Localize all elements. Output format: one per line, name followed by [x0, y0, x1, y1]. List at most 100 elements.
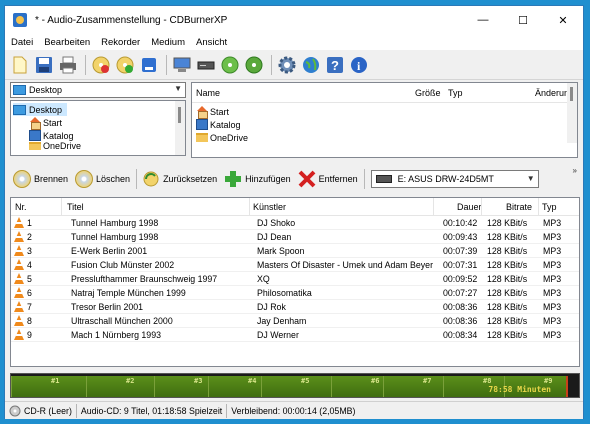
action-separator	[136, 169, 138, 189]
tree-item-onedrive[interactable]: OneDrive	[29, 142, 81, 150]
track-title: Mach 1 Nürnberg 1993	[71, 330, 161, 340]
track-bitrate: 128 KBit/s	[487, 330, 528, 340]
track-type: MP3	[543, 232, 562, 242]
track-row[interactable]: 3 E-Werk Berlin 2001 Mark Spoon 00:07:39 128…	[11, 244, 579, 258]
column-title[interactable]: Titel	[67, 202, 84, 212]
column-separator	[249, 198, 250, 216]
menu-ansicht[interactable]: Ansicht	[196, 37, 227, 48]
tree-item-katalog[interactable]: Katalog	[29, 129, 74, 142]
track-marker-label: #4	[248, 377, 257, 385]
drive-icon[interactable]	[195, 54, 217, 76]
track-marker-tick	[154, 376, 155, 397]
drive-select[interactable]: E: ASUS DRW-24D5MT ▼	[370, 170, 539, 188]
menu-datei[interactable]: Datei	[11, 37, 33, 48]
track-row[interactable]: 4 Fusion Club Münster 2002 Masters Of Disa…	[11, 258, 579, 272]
delete-button[interactable]: Löschen	[72, 167, 133, 191]
remove-button[interactable]: Entfernen	[295, 167, 361, 191]
plus-icon	[225, 171, 242, 187]
info-icon[interactable]: i	[348, 54, 370, 76]
file-row-start[interactable]: Start	[196, 105, 230, 119]
vlc-cone-icon	[14, 259, 24, 270]
title-bar[interactable]: * - Audio-Zusammenstellung - CDBurnerXP …	[5, 6, 583, 34]
track-row[interactable]: 1 Tunnel Hamburg 1998 DJ Shoko 00:10:42 128 …	[11, 216, 579, 230]
reset-button[interactable]: Zurücksetzen	[139, 167, 220, 191]
disc-burn-icon[interactable]	[114, 54, 136, 76]
window-controls: — ☐ ✕	[463, 6, 583, 34]
status-remaining: Verbleibend: 00:00:14 (2,05MB)	[231, 405, 356, 416]
track-type: MP3	[543, 316, 562, 326]
scrollbar-thumb[interactable]	[178, 107, 181, 123]
globe-icon[interactable]	[300, 54, 322, 76]
location-combo-value: Desktop	[29, 85, 63, 95]
add-button[interactable]: Hinzufügen	[221, 167, 294, 191]
track-duration: 00:08:36	[443, 302, 478, 312]
column-size[interactable]: Größe	[415, 88, 441, 98]
track-marker-tick	[11, 376, 12, 397]
computer-icon[interactable]	[171, 54, 193, 76]
column-modified[interactable]: Änderun	[535, 88, 569, 98]
track-artist: Masters Of Disaster - Umek und Adam Beye…	[257, 260, 433, 270]
track-row[interactable]: 9 Mach 1 Nürnberg 1993 DJ Werner 00:08:34 12…	[11, 328, 579, 342]
column-name[interactable]: Name	[196, 88, 220, 98]
vlc-cone-icon	[14, 245, 24, 256]
location-combo[interactable]: Desktop ▼	[10, 82, 186, 98]
file-list-scrollbar[interactable]	[567, 83, 577, 143]
track-type: MP3	[543, 288, 562, 298]
column-type[interactable]: Typ	[448, 88, 463, 98]
track-row[interactable]: 5 Presslufthammer Braunschweig 1997 XQ 00:0…	[11, 272, 579, 286]
toolbar-separator	[166, 54, 167, 75]
track-marker-tick	[261, 376, 262, 397]
column-artist[interactable]: Künstler	[253, 202, 286, 212]
disc-green2-icon[interactable]	[243, 54, 265, 76]
chevron-down-icon: ▼	[526, 174, 535, 183]
action-bar: Brennen Löschen Zurücksetzen Hinzufügen …	[10, 166, 580, 192]
track-row[interactable]: 2 Tunnel Hamburg 1998 DJ Dean 00:09:43 128 K…	[11, 230, 579, 244]
menu-medium[interactable]: Medium	[151, 37, 185, 48]
disc-green-icon[interactable]	[219, 54, 241, 76]
scrollbar-thumb[interactable]	[570, 87, 573, 101]
tree-item-desktop[interactable]: Desktop	[13, 103, 67, 116]
column-nr[interactable]: Nr.	[15, 202, 27, 212]
column-bitrate[interactable]: Bitrate	[506, 202, 532, 212]
menu-rekorder[interactable]: Rekorder	[101, 37, 140, 48]
track-marker-label: #6	[371, 377, 380, 385]
blue-square-icon[interactable]	[138, 54, 160, 76]
desktop-icon	[13, 104, 26, 115]
track-nr: 1	[27, 218, 32, 228]
column-type[interactable]: Typ	[542, 202, 557, 212]
help-icon[interactable]: ?	[324, 54, 346, 76]
file-name: Start	[210, 106, 230, 117]
total-time: 78:58 Minuten	[488, 385, 551, 394]
track-marker-tick	[443, 376, 444, 397]
vlc-cone-icon	[14, 273, 24, 284]
track-row[interactable]: 6 Natraj Temple München 1999 Philosomatika…	[11, 286, 579, 300]
gear-icon[interactable]	[276, 54, 298, 76]
burn-button[interactable]: Brennen	[10, 167, 71, 191]
disc-add-icon[interactable]	[90, 54, 112, 76]
tree-item-start[interactable]: Start	[29, 116, 62, 130]
folder-tree[interactable]: Desktop Start Katalog OneDrive	[10, 100, 186, 156]
track-type: MP3	[543, 330, 562, 340]
tree-scrollbar[interactable]	[175, 101, 185, 155]
new-icon[interactable]	[9, 54, 31, 76]
reset-label: Zurücksetzen	[163, 174, 218, 184]
column-separator	[481, 198, 482, 216]
column-duration[interactable]: Dauer	[457, 202, 482, 212]
drive-select-value: E: ASUS DRW-24D5MT	[397, 174, 494, 184]
track-bitrate: 128 KBit/s	[487, 274, 528, 284]
track-artist: DJ Shoko	[257, 218, 296, 228]
track-row[interactable]: 7 Tresor Berlin 2001 DJ Rok 00:08:36 128 KBi…	[11, 300, 579, 314]
file-row-katalog[interactable]: Katalog	[196, 118, 241, 131]
print-icon[interactable]	[57, 54, 79, 76]
file-row-onedrive[interactable]: OneDrive	[196, 131, 248, 144]
save-icon[interactable]	[33, 54, 55, 76]
close-button[interactable]: ✕	[543, 6, 583, 34]
track-artist: DJ Werner	[257, 330, 299, 340]
minimize-button[interactable]: —	[463, 6, 503, 34]
maximize-button[interactable]: ☐	[503, 6, 543, 34]
menu-bearbeiten[interactable]: Bearbeiten	[44, 37, 90, 48]
track-row[interactable]: 8 Ultraschall München 2000 Jay Denham 00:08…	[11, 314, 579, 328]
toolbar-separator	[85, 54, 86, 75]
file-name: OneDrive	[210, 132, 249, 143]
add-label: Hinzufügen	[245, 174, 291, 184]
